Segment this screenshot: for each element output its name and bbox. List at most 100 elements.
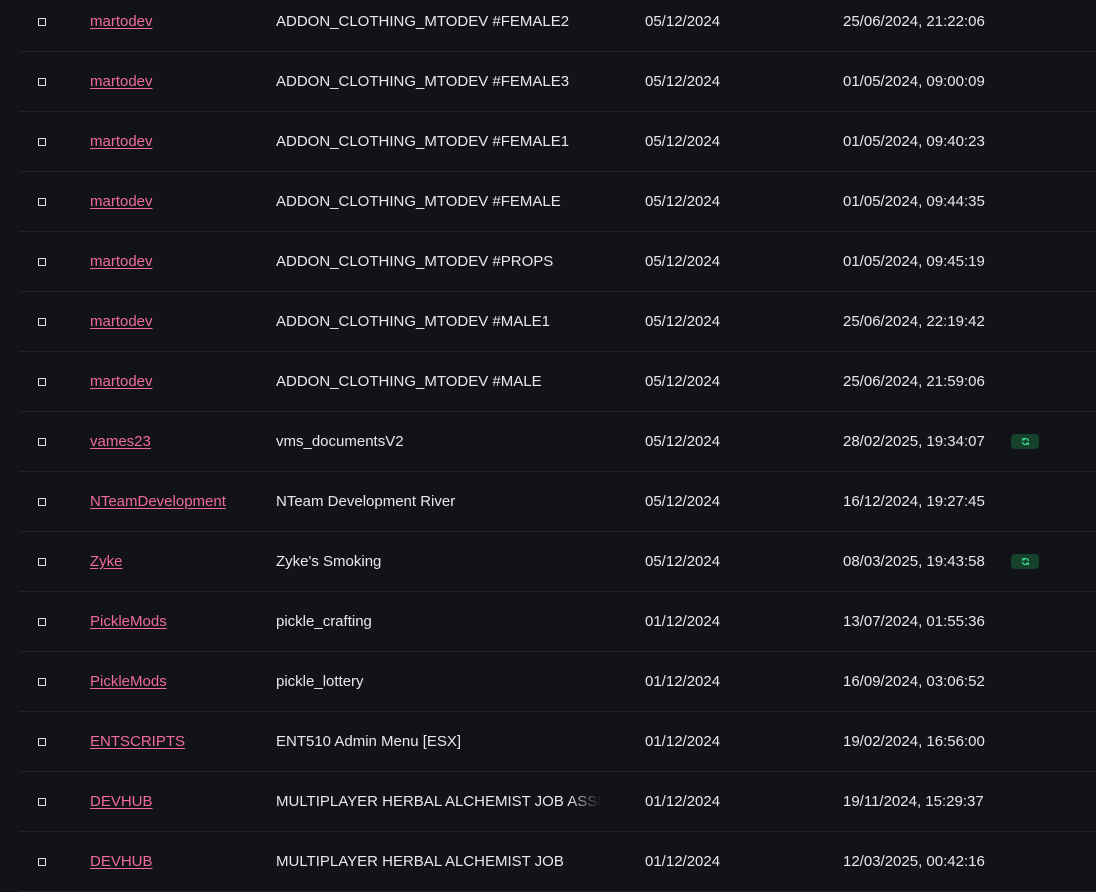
- row-select-checkbox[interactable]: [38, 377, 46, 386]
- row-select-checkbox[interactable]: [38, 17, 46, 26]
- table-row: martodev ADDON_CLOTHING_MTODEV #FEMALE2 05…: [19, 0, 1096, 52]
- row-select-checkbox[interactable]: [38, 557, 46, 566]
- author-link[interactable]: DEVHUB: [90, 832, 153, 891]
- row-select-checkbox[interactable]: [38, 257, 46, 266]
- row-select-cell: [38, 712, 48, 771]
- row-select-cell: [38, 112, 48, 171]
- resource-table: martodev ADDON_CLOTHING_MTODEV #FEMALE2 05…: [19, 0, 1096, 892]
- purchase-date: 05/12/2024: [645, 373, 721, 390]
- last-updated: 25/06/2024, 22:19:42: [843, 313, 985, 330]
- purchase-date: 05/12/2024: [645, 433, 721, 450]
- last-updated: 01/05/2024, 09:00:09: [843, 73, 985, 90]
- purchase-date: 05/12/2024: [645, 493, 721, 510]
- resource-name: ADDON_CLOTHING_MTODEV #FEMALE2: [276, 13, 570, 30]
- purchase-date: 01/12/2024: [645, 793, 721, 810]
- author-link[interactable]: vames23: [90, 412, 151, 471]
- purchase-date: 05/12/2024: [645, 133, 721, 150]
- table-row: NTeamDevelopment NTeam Development River 0…: [19, 472, 1096, 532]
- resource-name: NTeam Development River: [276, 493, 456, 510]
- author-link[interactable]: martodev: [90, 232, 153, 291]
- table-row: martodev ADDON_CLOTHING_MTODEV #FEMALE3 05…: [19, 52, 1096, 112]
- row-select-cell: [38, 652, 48, 711]
- table-row: PickleMods pickle_crafting 01/12/2024 13/07…: [19, 592, 1096, 652]
- row-select-cell: [38, 472, 48, 531]
- row-select-cell: [38, 832, 48, 891]
- row-select-cell: [38, 232, 48, 291]
- purchase-date: 05/12/2024: [645, 553, 721, 570]
- last-updated: 16/12/2024, 19:27:45: [843, 493, 985, 510]
- table-row: martodev ADDON_CLOTHING_MTODEV #MALE 05/12…: [19, 352, 1096, 412]
- purchase-date: 05/12/2024: [645, 253, 721, 270]
- purchase-date: 01/12/2024: [645, 733, 721, 750]
- row-select-cell: [38, 532, 48, 591]
- author-link[interactable]: PickleMods: [90, 592, 167, 651]
- purchase-date: 01/12/2024: [645, 853, 721, 870]
- table-row: martodev ADDON_CLOTHING_MTODEV #FEMALE 05/…: [19, 172, 1096, 232]
- row-select-cell: [38, 172, 48, 231]
- resource-name: ADDON_CLOTHING_MTODEV #FEMALE1: [276, 133, 570, 150]
- author-link[interactable]: martodev: [90, 52, 153, 111]
- update-available-badge[interactable]: [1011, 434, 1039, 449]
- author-link[interactable]: Zyke: [90, 532, 123, 591]
- row-select-checkbox[interactable]: [38, 437, 46, 446]
- last-updated: 25/06/2024, 21:22:06: [843, 13, 985, 30]
- last-updated: 25/06/2024, 21:59:06: [843, 373, 985, 390]
- row-select-checkbox[interactable]: [38, 797, 46, 806]
- row-select-cell: [38, 52, 48, 111]
- last-updated: 08/03/2025, 19:43:58: [843, 553, 985, 570]
- author-link[interactable]: martodev: [90, 0, 153, 51]
- resource-name: pickle_lottery: [276, 673, 364, 690]
- purchase-date: 05/12/2024: [645, 13, 721, 30]
- table-row: Zyke Zyke's Smoking 05/12/2024 08/03/2025, …: [19, 532, 1096, 592]
- table-row: DEVHUB MULTIPLAYER HERBAL ALCHEMIST JOB 01…: [19, 832, 1096, 892]
- purchase-date: 05/12/2024: [645, 73, 721, 90]
- last-updated: 13/07/2024, 01:55:36: [843, 613, 985, 630]
- last-updated: 19/02/2024, 16:56:00: [843, 733, 985, 750]
- table-row: DEVHUB MULTIPLAYER HERBAL ALCHEMIST JOB A…: [19, 772, 1096, 832]
- author-link[interactable]: PickleMods: [90, 652, 167, 711]
- resource-name: pickle_crafting: [276, 613, 372, 630]
- resource-name: vms_documentsV2: [276, 433, 404, 450]
- table-row: martodev ADDON_CLOTHING_MTODEV #MALE1 05/1…: [19, 292, 1096, 352]
- row-select-checkbox[interactable]: [38, 857, 46, 866]
- resource-name: ADDON_CLOTHING_MTODEV #MALE: [276, 373, 542, 390]
- resource-name: MULTIPLAYER HERBAL ALCHEMIST JOB ASSETS: [276, 793, 601, 810]
- purchase-date: 05/12/2024: [645, 313, 721, 330]
- purchase-date: 01/12/2024: [645, 673, 721, 690]
- table-row: martodev ADDON_CLOTHING_MTODEV #FEMALE1 05…: [19, 112, 1096, 172]
- table-row: martodev ADDON_CLOTHING_MTODEV #PROPS 05/1…: [19, 232, 1096, 292]
- row-select-checkbox[interactable]: [38, 137, 46, 146]
- last-updated: 12/03/2025, 00:42:16: [843, 853, 985, 870]
- author-link[interactable]: ENTSCRIPTS: [90, 712, 185, 771]
- author-link[interactable]: martodev: [90, 292, 153, 351]
- last-updated: 19/11/2024, 15:29:37: [843, 793, 984, 810]
- update-available-badge[interactable]: [1011, 554, 1039, 569]
- row-select-checkbox[interactable]: [38, 197, 46, 206]
- row-select-checkbox[interactable]: [38, 497, 46, 506]
- author-link[interactable]: martodev: [90, 112, 153, 171]
- row-select-checkbox[interactable]: [38, 77, 46, 86]
- row-select-checkbox[interactable]: [38, 737, 46, 746]
- refresh-icon: [1021, 557, 1029, 566]
- row-select-checkbox[interactable]: [38, 317, 46, 326]
- last-updated: 16/09/2024, 03:06:52: [843, 673, 985, 690]
- refresh-icon: [1021, 437, 1029, 446]
- resource-name: MULTIPLAYER HERBAL ALCHEMIST JOB: [276, 853, 564, 870]
- author-link[interactable]: martodev: [90, 352, 153, 411]
- row-select-checkbox[interactable]: [38, 677, 46, 686]
- table-row: ENTSCRIPTS ENT510 Admin Menu [ESX] 01/12/2…: [19, 712, 1096, 772]
- resource-name: ADDON_CLOTHING_MTODEV #FEMALE: [276, 193, 561, 210]
- last-updated: 01/05/2024, 09:45:19: [843, 253, 985, 270]
- table-row: vames23 vms_documentsV2 05/12/2024 28/02/20…: [19, 412, 1096, 472]
- author-link[interactable]: NTeamDevelopment: [90, 472, 226, 531]
- last-updated: 01/05/2024, 09:44:35: [843, 193, 985, 210]
- row-select-cell: [38, 292, 48, 351]
- author-link[interactable]: DEVHUB: [90, 772, 153, 831]
- resource-name: ENT510 Admin Menu [ESX]: [276, 733, 462, 750]
- row-select-checkbox[interactable]: [38, 617, 46, 626]
- last-updated: 01/05/2024, 09:40:23: [843, 133, 985, 150]
- resource-name: Zyke's Smoking: [276, 553, 382, 570]
- resource-name: ADDON_CLOTHING_MTODEV #MALE1: [276, 313, 550, 330]
- table-row: PickleMods pickle_lottery 01/12/2024 16/09/…: [19, 652, 1096, 712]
- author-link[interactable]: martodev: [90, 172, 153, 231]
